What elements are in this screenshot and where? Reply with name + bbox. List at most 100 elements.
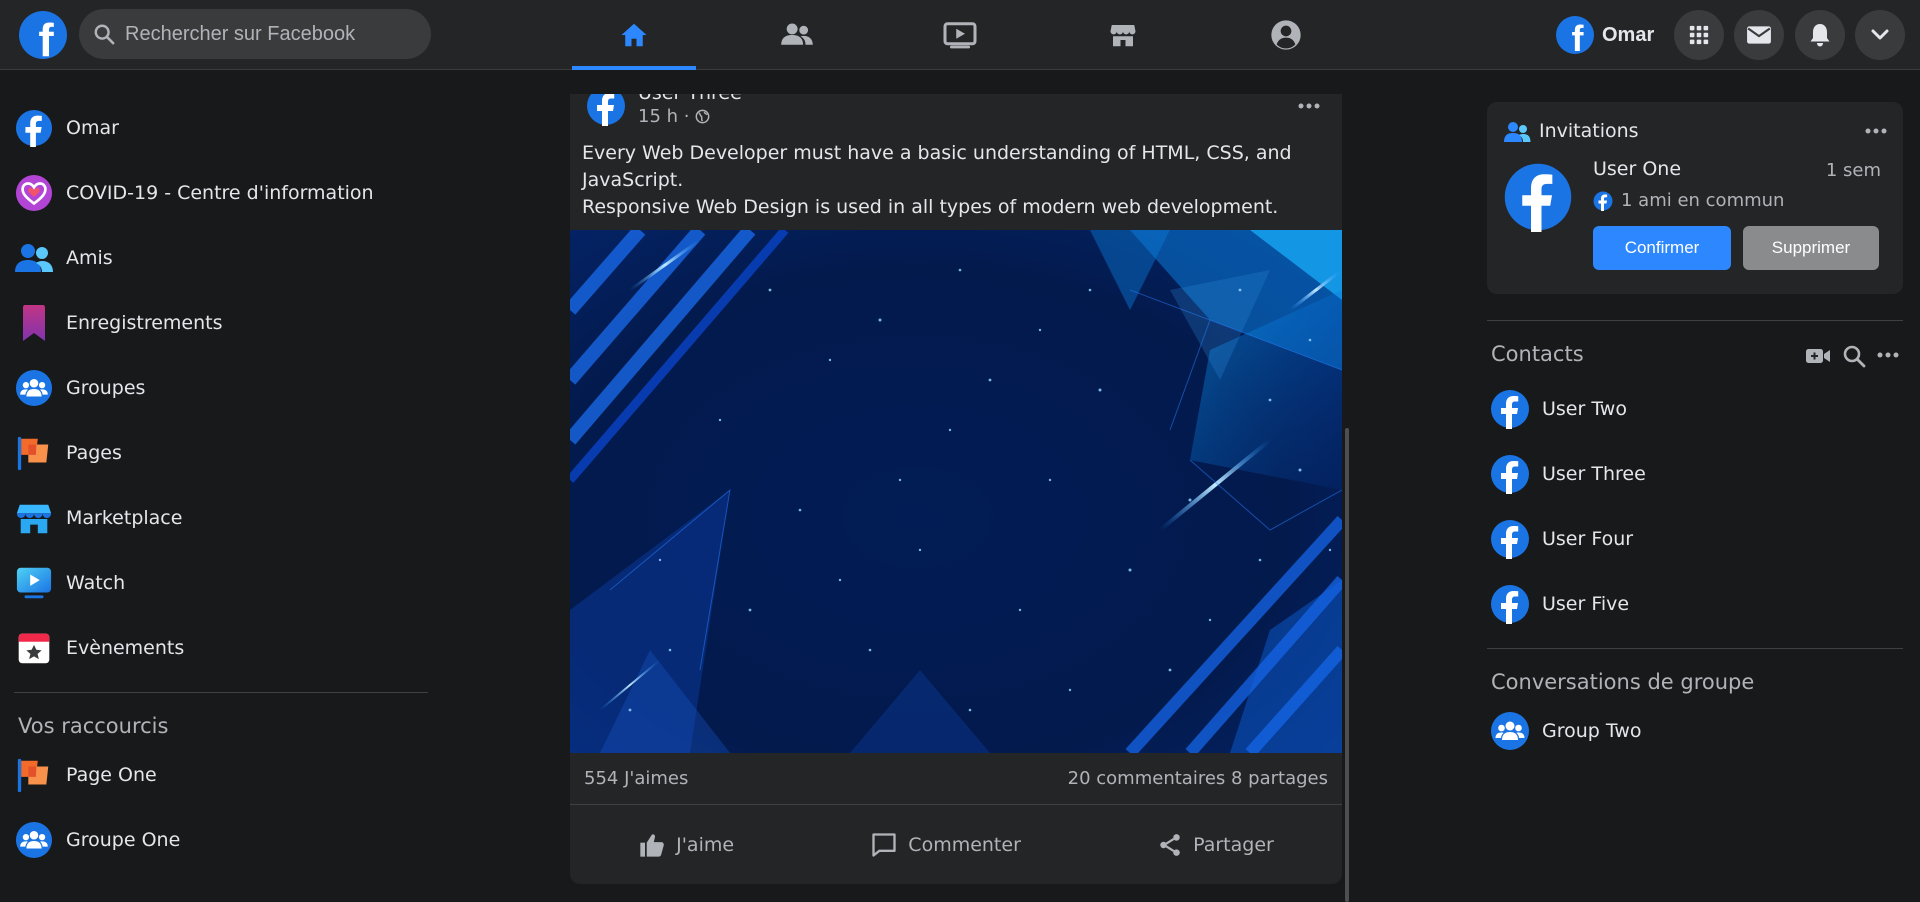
post-image[interactable]	[570, 225, 1342, 758]
tab-groups[interactable]	[1224, 0, 1348, 70]
store-icon	[14, 498, 54, 538]
profile-button[interactable]: f Omar	[1556, 11, 1654, 59]
comment-button[interactable]: Commenter	[846, 823, 1045, 867]
post-author-avatar[interactable]	[586, 94, 626, 126]
post-author-name[interactable]: User Three	[638, 94, 742, 104]
tab-watch[interactable]	[898, 0, 1022, 70]
sidebar-item-groups[interactable]: Groupes	[14, 363, 145, 413]
search-icon	[94, 24, 115, 45]
sidebar-item-label: Evènements	[66, 637, 185, 659]
contact-item[interactable]: User Four	[1490, 514, 1633, 564]
sidebar-item-watch[interactable]: Watch	[14, 558, 125, 608]
mutual-friends[interactable]: 1 ami en commun	[1593, 190, 1784, 211]
invitations-card: Invitations User One 1 sem 1 ami en comm…	[1487, 102, 1903, 294]
contact-name: User Three	[1542, 463, 1646, 485]
contact-avatar	[1491, 520, 1529, 559]
invitation-time: 1 sem	[1825, 160, 1881, 181]
post-text-line: Responsive Web Design is used in all typ…	[582, 196, 1279, 218]
comment-icon	[872, 833, 896, 857]
tab-home[interactable]	[572, 0, 696, 70]
bell-icon	[1810, 24, 1830, 47]
sidebar-item-label: Groupes	[66, 377, 146, 399]
thumbs-up-icon	[640, 834, 664, 857]
menu-button[interactable]	[1674, 10, 1724, 60]
post-options-button[interactable]	[1292, 94, 1326, 118]
sidebar-item-profile[interactable]: Omar	[14, 103, 119, 153]
comment-label: Commenter	[908, 834, 1021, 856]
feed-post: User Three 15 h · Every Web Developer mu…	[570, 94, 1342, 884]
bookmark-icon	[14, 303, 54, 343]
inviter-avatar[interactable]	[1503, 162, 1573, 232]
sidebar-item-saved[interactable]: Enregistrements	[14, 298, 223, 348]
post-time-text: 15 h ·	[638, 106, 690, 127]
globe-icon	[696, 109, 710, 124]
contact-name: User Two	[1542, 398, 1627, 420]
new-room-icon[interactable]	[1805, 346, 1831, 366]
messenger-button[interactable]	[1734, 10, 1784, 60]
store-icon	[1110, 25, 1136, 47]
mutual-friend-avatar	[1593, 191, 1613, 211]
like-count[interactable]: 554 J'aimes	[584, 768, 688, 789]
post-stats: 554 J'aimes 20 commentaires 8 partages	[570, 753, 1342, 805]
group-conversation-name: Group Two	[1542, 720, 1642, 742]
confirm-button[interactable]: Confirmer	[1593, 226, 1731, 270]
group-conversation-item[interactable]: Group Two	[1490, 706, 1642, 756]
calendar-star-icon	[14, 628, 54, 668]
sidebar-item-covid[interactable]: COVID-19 - Centre d'information	[14, 168, 374, 218]
mutual-friends-text: 1 ami en commun	[1621, 190, 1785, 211]
top-navigation-bar: f f Omar	[0, 0, 1920, 70]
tab-friends[interactable]	[735, 0, 859, 70]
share-button[interactable]: Partager	[1133, 824, 1298, 866]
flag-icon	[14, 433, 54, 473]
right-divider	[1487, 648, 1903, 649]
watch-video-icon	[943, 22, 977, 49]
shortcut-page-one[interactable]: Page One	[14, 750, 157, 800]
sidebar-item-label: Enregistrements	[66, 312, 223, 334]
play-screen-icon	[14, 563, 54, 603]
post-timestamp[interactable]: 15 h ·	[638, 106, 710, 127]
friend-request-icon	[1504, 122, 1531, 142]
contact-item[interactable]: User Two	[1490, 384, 1627, 434]
heart-care-icon	[14, 173, 54, 213]
profile-name: Omar	[1602, 23, 1655, 46]
invitations-title: Invitations	[1539, 120, 1639, 142]
contact-item[interactable]: User Five	[1490, 579, 1629, 629]
search-icon[interactable]	[1842, 344, 1866, 368]
sidebar-item-pages[interactable]: Pages	[14, 428, 122, 478]
contact-avatar	[1491, 585, 1529, 624]
comments-shares-count[interactable]: 20 commentaires 8 partages	[1068, 768, 1328, 789]
sidebar-item-label: Watch	[66, 572, 126, 594]
chevron-down-icon	[1871, 29, 1889, 40]
notifications-button[interactable]	[1795, 10, 1845, 60]
delete-button[interactable]: Supprimer	[1743, 226, 1879, 270]
search-box[interactable]	[79, 9, 431, 59]
sidebar-item-friends[interactable]: Amis	[14, 233, 113, 283]
shortcut-label: Groupe One	[66, 829, 181, 851]
sidebar-item-label: Pages	[66, 442, 122, 464]
post-text-line: Every Web Developer must have a basic un…	[582, 142, 1292, 191]
sidebar-item-label: COVID-19 - Centre d'information	[66, 182, 374, 204]
shortcut-groupe-one[interactable]: Groupe One	[14, 815, 180, 865]
inviter-name[interactable]: User One	[1593, 158, 1681, 180]
like-label: J'aime	[676, 834, 735, 856]
share-label: Partager	[1193, 834, 1274, 856]
contact-avatar	[1491, 390, 1529, 429]
sidebar-item-events[interactable]: Evènements	[14, 623, 184, 673]
profile-avatar: f	[1556, 16, 1594, 54]
account-menu-button[interactable]	[1855, 10, 1905, 60]
sidebar-item-marketplace[interactable]: Marketplace	[14, 493, 182, 543]
facebook-logo-icon	[14, 108, 54, 148]
search-input[interactable]	[125, 22, 405, 46]
more-horizontal-icon[interactable]	[1877, 352, 1899, 358]
more-horizontal-icon[interactable]	[1865, 128, 1887, 134]
contact-item[interactable]: User Three	[1490, 449, 1646, 499]
facebook-logo-icon[interactable]: f	[19, 11, 67, 59]
like-button[interactable]: J'aime	[614, 823, 758, 867]
share-icon	[1160, 834, 1180, 856]
tab-marketplace[interactable]	[1061, 0, 1185, 70]
sidebar-item-label: Marketplace	[66, 507, 183, 529]
feed-scrollbar-thumb[interactable]	[1345, 428, 1349, 902]
sidebar-divider	[14, 692, 428, 693]
mail-icon	[1747, 26, 1771, 44]
friends-icon	[14, 238, 54, 278]
